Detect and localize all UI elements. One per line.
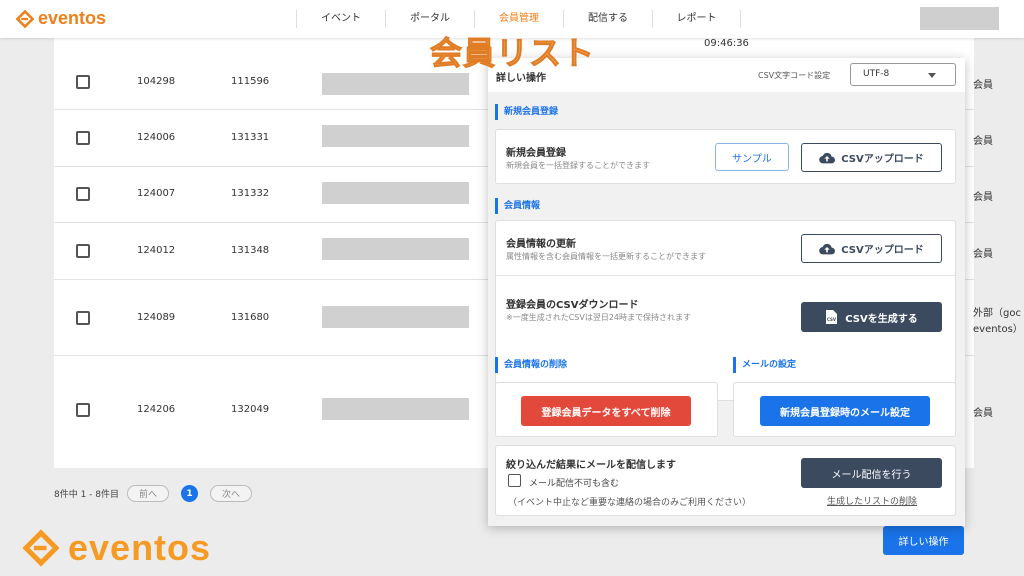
delete-all-members-button[interactable]: 登録会員データをすべて削除 [521,396,691,426]
member-type: 会員 [973,408,993,419]
section-member-info: 会員情報 [495,198,540,214]
chevron-down-icon [928,73,936,78]
send-mail-note: （イベント中止など重要な連絡の場合のみご利用ください） [508,498,752,508]
member-number: 131332 [231,188,270,199]
section-delete-member-info: 会員情報の削除 [495,357,567,373]
detail-operations-panel: 詳しい操作 CSV文字コード設定 UTF-8 新規会員登録 新規会員登録 新規会… [488,58,965,526]
eventos-logo[interactable]: eventos [16,8,106,29]
brand-name: eventos [38,8,107,28]
csv-encoding-value: UTF-8 [863,69,890,79]
registration-card: 新規会員登録 新規会員を一括登録することができます サンプル CSVアップロード [495,129,956,184]
card-divider [496,275,955,276]
member-list-caption: 会員リスト [429,34,596,73]
prev-page-button[interactable]: 前へ [127,485,170,502]
eventos-large-logo: eventos [22,527,211,569]
member-type: 会員 [973,136,993,147]
member-id: 124007 [137,188,176,199]
nav-item-events[interactable]: イベント [296,10,385,28]
download-title: 登録会員のCSVダウンロード [506,300,639,311]
redacted-cell [322,398,469,420]
send-mail-card: 絞り込んだ結果にメールを配信します メール配信不可も含む （イベント中止など重要… [495,445,956,516]
delete-card: 登録会員データをすべて削除 [495,382,718,437]
member-info-card: 会員情報の更新 属性情報を含む会員情報を一括更新することができます CSVアップ… [495,220,956,401]
row-checkbox[interactable] [76,311,90,325]
pagination: 8件中 1 - 8件目 前へ 1 次へ [54,485,253,502]
member-id: 124206 [137,404,176,415]
member-number: 131348 [231,245,270,256]
next-page-button[interactable]: 次へ [210,485,253,502]
row-checkbox[interactable] [76,75,90,89]
member-id: 104298 [137,76,176,87]
redacted-cell [322,73,469,95]
eventos-logo-icon [22,529,60,567]
registration-description: 新規会員を一括登録することができます [506,161,650,170]
eventos-logo-icon [16,9,34,28]
member-id: 124089 [137,312,176,323]
redacted-cell [322,125,469,147]
csv-encoding-label: CSV文字コード設定 [758,71,831,80]
generate-csv-label: CSVを生成する [845,313,918,325]
cloud-upload-icon [819,152,836,163]
member-number: 131331 [231,132,270,143]
current-page[interactable]: 1 [181,485,199,502]
csv-upload-label: CSVアップロード [841,245,924,256]
user-menu[interactable] [920,7,999,30]
member-type: 外部（goc [973,308,1021,319]
csv-upload-label: CSVアップロード [841,154,924,165]
svg-text:CSV: CSV [827,317,837,322]
section-new-registration: 新規会員登録 [495,104,558,120]
cloud-upload-icon [819,243,836,254]
nav-item-portal[interactable]: ポータル [385,10,474,28]
redacted-cell [322,238,469,260]
member-number: 132049 [231,404,270,415]
update-description: 属性情報を含む会員情報を一括更新することができます [506,252,706,261]
row-checkbox[interactable] [76,244,90,258]
registration-csv-upload-button[interactable]: CSVアップロード [801,143,942,172]
section-mail-settings: メールの設定 [733,357,796,373]
result-summary: 8件中 1 - 8件目 [54,490,120,500]
main-nav: イベント ポータル 会員管理 配信する レポート [296,10,741,28]
include-unsubscribed-label: メール配信不可も含む [529,479,620,489]
row-checkbox[interactable] [76,131,90,145]
panel-body: 新規会員登録 新規会員登録 新規会員を一括登録することができます サンプル CS… [488,92,965,526]
member-id: 124006 [137,132,176,143]
timestamp: 09:46:36 [704,38,749,49]
member-type: 会員 [973,192,993,203]
generate-csv-button[interactable]: CSV CSVを生成する [801,302,942,332]
nav-item-distribute[interactable]: 配信する [563,10,652,28]
member-number: 111596 [231,76,270,87]
registration-title: 新規会員登録 [506,148,566,159]
registration-mail-settings-button[interactable]: 新規会員登録時のメール設定 [760,396,930,426]
member-type: 会員 [973,80,993,91]
member-number: 131680 [231,312,270,323]
footer-brand-name: eventos [68,527,212,568]
csv-file-icon: CSV [826,310,838,324]
download-description: ※一度生成されたCSVは翌日24時まで保持されます [506,313,692,322]
send-mail-button[interactable]: メール配信を行う [801,458,942,488]
send-mail-title: 絞り込んだ結果にメールを配信します [506,460,676,471]
sample-button[interactable]: サンプル [715,143,789,171]
include-unsubscribed-checkbox[interactable] [508,474,521,487]
row-checkbox[interactable] [76,403,90,417]
csv-encoding-select[interactable]: UTF-8 [850,63,956,86]
redacted-cell [322,306,469,328]
detail-operations-button[interactable]: 詳しい操作 [883,526,964,555]
member-type: 会員 [973,249,993,260]
update-csv-upload-button[interactable]: CSVアップロード [801,234,942,263]
delete-generated-list-link[interactable]: 生成したリストの削除 [827,494,917,507]
mail-settings-card: 新規会員登録時のメール設定 [733,382,956,437]
update-title: 会員情報の更新 [506,239,576,250]
redacted-cell [322,182,469,204]
row-checkbox[interactable] [76,187,90,201]
nav-item-members[interactable]: 会員管理 [474,10,563,28]
nav-item-report[interactable]: レポート [652,10,741,28]
member-type-detail: eventos） [973,324,1023,335]
member-id: 124012 [137,245,176,256]
